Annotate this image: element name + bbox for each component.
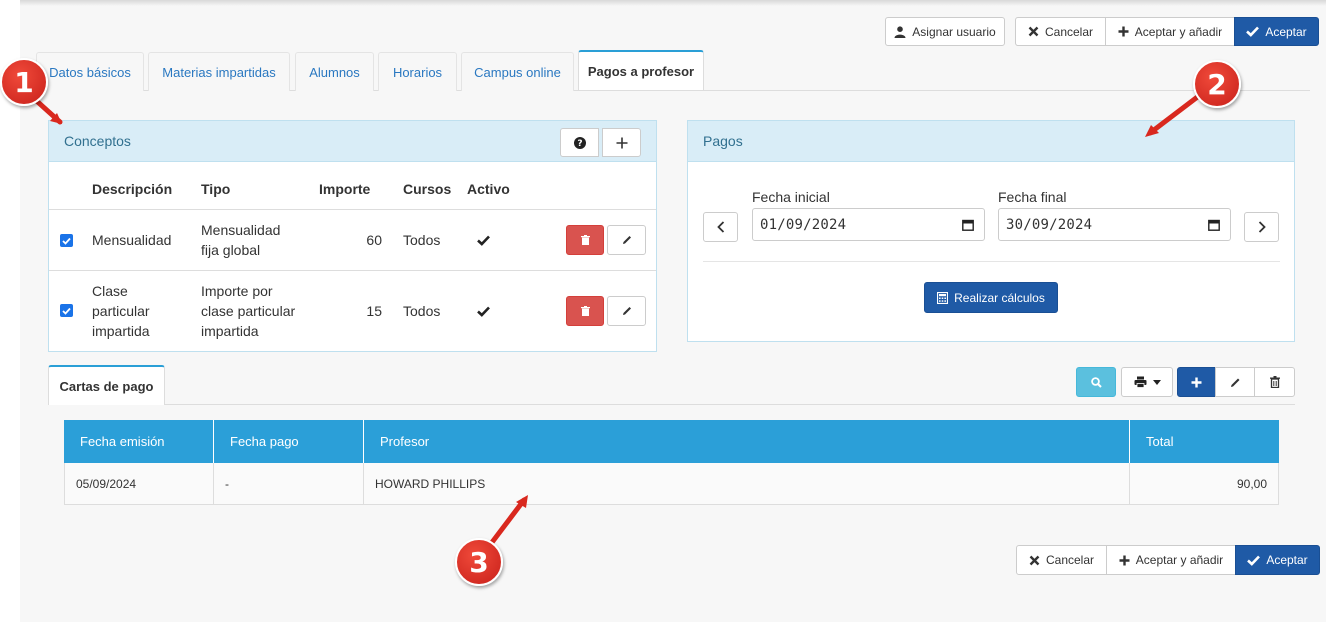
marker-3: 3 [455, 538, 503, 586]
marker-2: 2 [1193, 60, 1241, 108]
marker-1: 1 [0, 58, 48, 106]
annotation-arrows [27, 92, 1203, 548]
arrow-3-line [487, 497, 527, 548]
arrow-2-line [1147, 92, 1203, 136]
